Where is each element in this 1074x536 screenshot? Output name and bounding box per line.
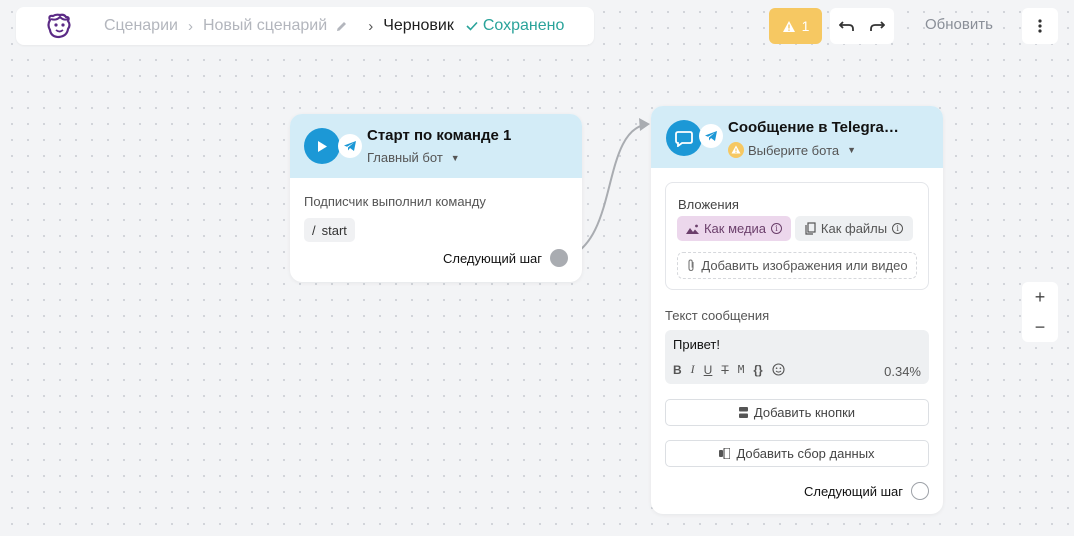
next-step-output: Следующий шаг: [804, 482, 929, 500]
undo-icon[interactable]: [839, 20, 855, 32]
message-editor[interactable]: Привет! B I U T M {} 0.34%: [665, 330, 929, 384]
image-icon: [685, 224, 699, 234]
command-chip[interactable]: / start: [304, 218, 355, 242]
monospace-button[interactable]: M: [738, 363, 745, 376]
chevron-right-icon: ›: [187, 17, 193, 35]
bot-name: Главный бот: [367, 150, 443, 165]
warning-icon: [728, 142, 744, 158]
telegram-message-node[interactable]: Сообщение в Telegra… Выберите бота ▼ Вло…: [651, 106, 943, 514]
chevron-right-icon: ›: [368, 17, 374, 35]
attachments-section: Вложения Как медиа i Как файлы i Добавит…: [665, 182, 929, 290]
character-usage: 0.34%: [884, 364, 921, 379]
info-icon[interactable]: i: [892, 223, 904, 234]
telegram-icon: [338, 134, 362, 158]
message-text-label: Текст сообщения: [665, 308, 770, 323]
bot-placeholder: Выберите бота: [748, 142, 840, 158]
warning-icon: [782, 20, 795, 32]
node-header: Старт по команде 1 Главный бот ▼: [290, 114, 582, 178]
warnings-button[interactable]: 1: [769, 8, 822, 44]
format-toolbar: B I U T M {}: [673, 362, 785, 377]
zoom-in-button[interactable]: +: [1035, 287, 1046, 308]
info-icon[interactable]: i: [771, 223, 783, 234]
command-prefix: /: [312, 222, 316, 238]
as-media-label: Как медиа: [703, 221, 767, 236]
start-command-node[interactable]: Старт по команде 1 Главный бот ▼ Подписч…: [290, 114, 582, 282]
emoji-icon[interactable]: [772, 363, 785, 376]
breadcrumb-scenarios[interactable]: Сценарии: [104, 17, 178, 35]
command-name: start: [321, 222, 347, 238]
italic-button[interactable]: I: [691, 362, 695, 377]
bold-button[interactable]: B: [673, 363, 682, 377]
node-title: Сообщение в Telegra…: [728, 119, 899, 136]
data-collection-icon: [719, 448, 731, 459]
top-bar: Сценарии › Новый сценарий › Черновик Сох…: [16, 7, 594, 45]
next-step-label: Следующий шаг: [804, 483, 903, 499]
trigger-description: Подписчик выполнил команду: [304, 194, 486, 209]
add-buttons-button[interactable]: Добавить кнопки: [665, 399, 929, 426]
telegram-icon: [699, 124, 723, 148]
caret-down-icon: ▼: [847, 145, 857, 155]
add-data-collection-label: Добавить сбор данных: [736, 446, 875, 461]
add-media-button[interactable]: Добавить изображения или видео: [677, 252, 917, 279]
as-files-label: Как файлы: [820, 221, 888, 236]
warnings-count: 1: [801, 18, 810, 34]
add-buttons-label: Добавить кнопки: [753, 405, 856, 420]
breadcrumb-draft: Черновик: [383, 17, 454, 34]
paperclip-icon: [688, 259, 694, 272]
as-media-toggle[interactable]: Как медиа i: [677, 216, 791, 241]
output-port[interactable]: [911, 482, 929, 500]
zoom-out-button[interactable]: −: [1035, 317, 1046, 338]
node-header: Сообщение в Telegra… Выберите бота ▼: [651, 106, 943, 168]
variables-button[interactable]: {}: [753, 363, 762, 377]
undo-redo-group: [830, 8, 894, 44]
refresh-button[interactable]: Обновить: [925, 16, 993, 33]
saved-status: Сохранено: [466, 17, 565, 35]
message-text[interactable]: Привет!: [673, 337, 720, 352]
add-data-collection-button[interactable]: Добавить сбор данных: [665, 440, 929, 467]
logo-icon[interactable]: [44, 11, 74, 41]
play-icon: [304, 128, 340, 164]
underline-button[interactable]: U: [704, 363, 713, 377]
chat-bubble-icon: [666, 120, 702, 156]
next-step-output: Следующий шаг: [443, 249, 568, 267]
more-vertical-icon: [1038, 19, 1042, 33]
more-menu-button[interactable]: [1022, 8, 1058, 44]
bot-selector[interactable]: Выберите бота ▼: [728, 142, 899, 158]
add-media-label: Добавить изображения или видео: [701, 258, 908, 273]
redo-icon[interactable]: [869, 20, 885, 32]
strikethrough-button[interactable]: T: [721, 363, 728, 377]
pencil-icon[interactable]: [335, 20, 348, 33]
saved-label: Сохранено: [482, 17, 565, 34]
output-port[interactable]: [550, 249, 568, 267]
zoom-controls: + −: [1022, 282, 1058, 342]
buttons-icon: [738, 407, 748, 418]
check-icon: [466, 21, 478, 31]
next-step-label: Следующий шаг: [443, 250, 542, 266]
caret-down-icon: ▼: [450, 152, 460, 163]
breadcrumb-new-scenario[interactable]: Новый сценарий: [203, 17, 327, 35]
file-icon: [805, 222, 816, 235]
bot-selector[interactable]: Главный бот ▼: [367, 150, 511, 165]
attachments-label: Вложения: [678, 197, 739, 212]
node-title: Старт по команде 1: [367, 127, 512, 144]
as-files-toggle[interactable]: Как файлы i: [795, 216, 913, 241]
